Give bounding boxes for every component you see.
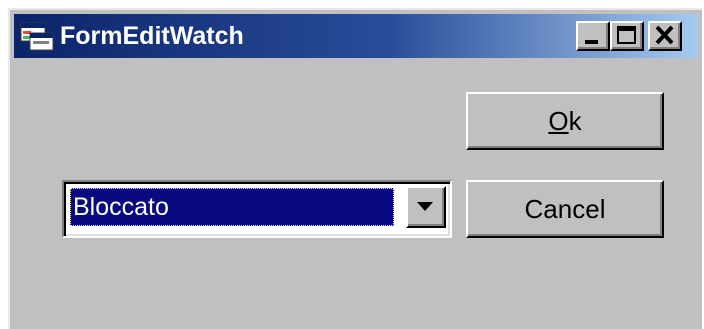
ok-button-label: k	[568, 105, 582, 136]
close-button[interactable]	[648, 21, 682, 51]
cancel-button-label: Cancel	[524, 193, 606, 224]
maximize-icon	[617, 26, 636, 44]
title-bar[interactable]: FormEditWatch	[14, 14, 698, 58]
minimize-icon	[585, 40, 598, 44]
status-combobox[interactable]: Bloccato	[62, 180, 452, 238]
ok-button-mnemonic: O	[548, 105, 569, 136]
combobox-selected-value[interactable]: Bloccato	[70, 188, 394, 226]
application-window-icon[interactable]	[20, 21, 54, 51]
maximize-button[interactable]	[610, 21, 644, 51]
form-edit-watch-window: FormEditWatch Ok Bloccato Cancel	[8, 8, 702, 329]
window-title: FormEditWatch	[60, 22, 244, 50]
cancel-button[interactable]: Cancel	[466, 180, 664, 238]
chevron-down-icon	[417, 202, 433, 211]
close-icon	[655, 25, 674, 45]
combobox-dropdown-button[interactable]	[406, 186, 446, 228]
ok-button[interactable]: Ok	[466, 92, 664, 150]
minimize-button[interactable]	[576, 21, 610, 51]
